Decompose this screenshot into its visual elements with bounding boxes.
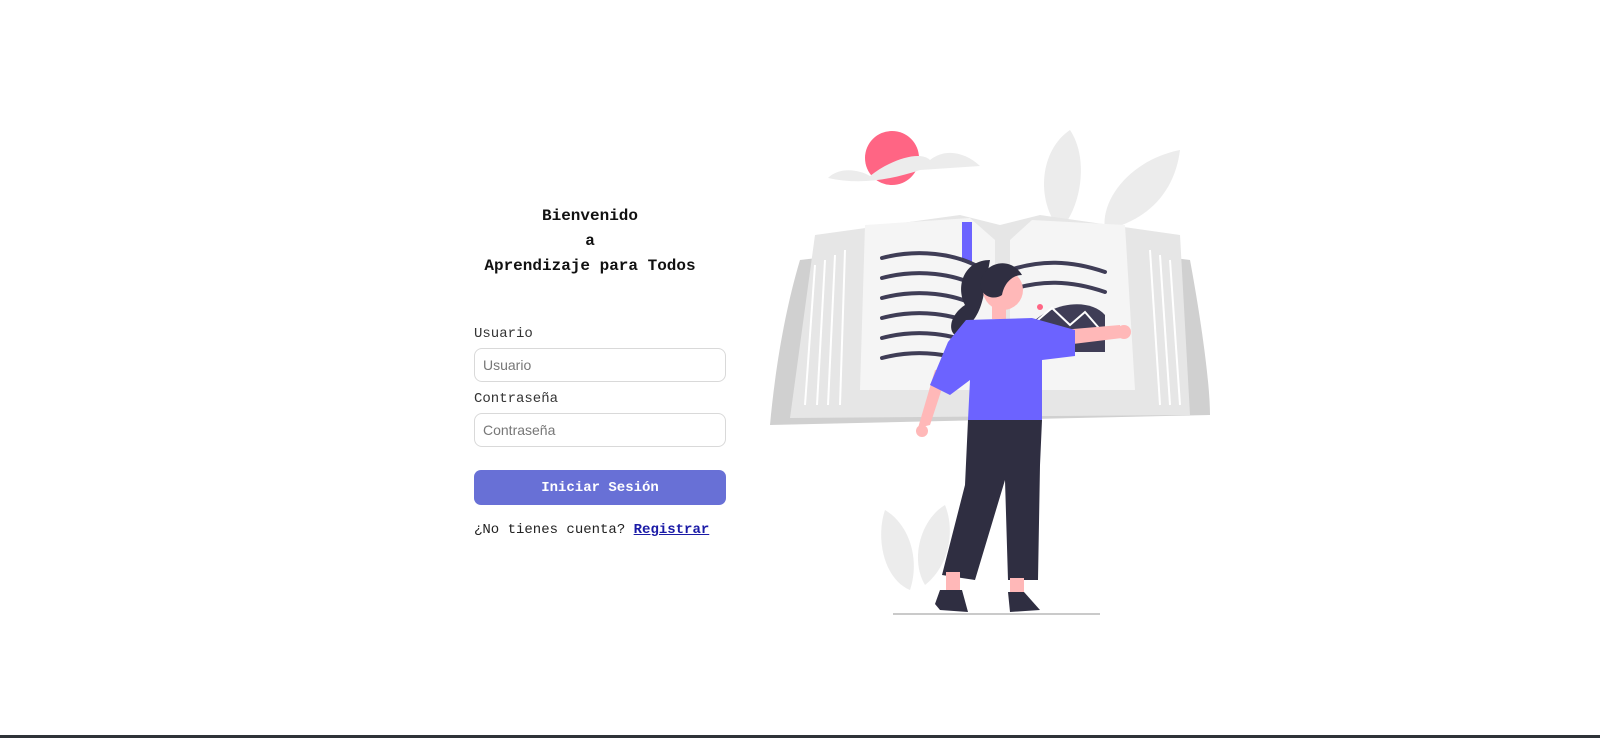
password-label: Contraseña bbox=[474, 391, 559, 407]
welcome-heading: Bienvenido a Aprendizaje para Todos bbox=[464, 204, 716, 279]
login-form: Usuario Contraseña Iniciar Sesión ¿No ti… bbox=[474, 325, 726, 538]
welcome-line-3: Aprendizaje para Todos bbox=[484, 257, 696, 275]
welcome-line-1: Bienvenido bbox=[541, 207, 638, 225]
password-input[interactable] bbox=[474, 413, 726, 447]
leaf-bottom-left-icon bbox=[881, 505, 950, 590]
login-page: Bienvenido a Aprendizaje para Todos Usua… bbox=[0, 0, 1600, 738]
username-label: Usuario bbox=[474, 326, 533, 342]
register-link[interactable]: Registrar bbox=[634, 522, 710, 538]
register-row: ¿No tienes cuenta? Registrar bbox=[474, 522, 726, 538]
leaf-top-right-icon bbox=[1043, 130, 1180, 230]
username-input[interactable] bbox=[474, 348, 726, 382]
login-button[interactable]: Iniciar Sesión bbox=[474, 470, 726, 505]
welcome-line-2: a bbox=[585, 232, 595, 250]
register-prompt: ¿No tienes cuenta? bbox=[474, 522, 626, 538]
login-panel: Bienvenido a Aprendizaje para Todos Usua… bbox=[474, 204, 726, 538]
sun-cloud-icon bbox=[828, 131, 980, 185]
woman-reading-book-illustration bbox=[770, 130, 1210, 615]
